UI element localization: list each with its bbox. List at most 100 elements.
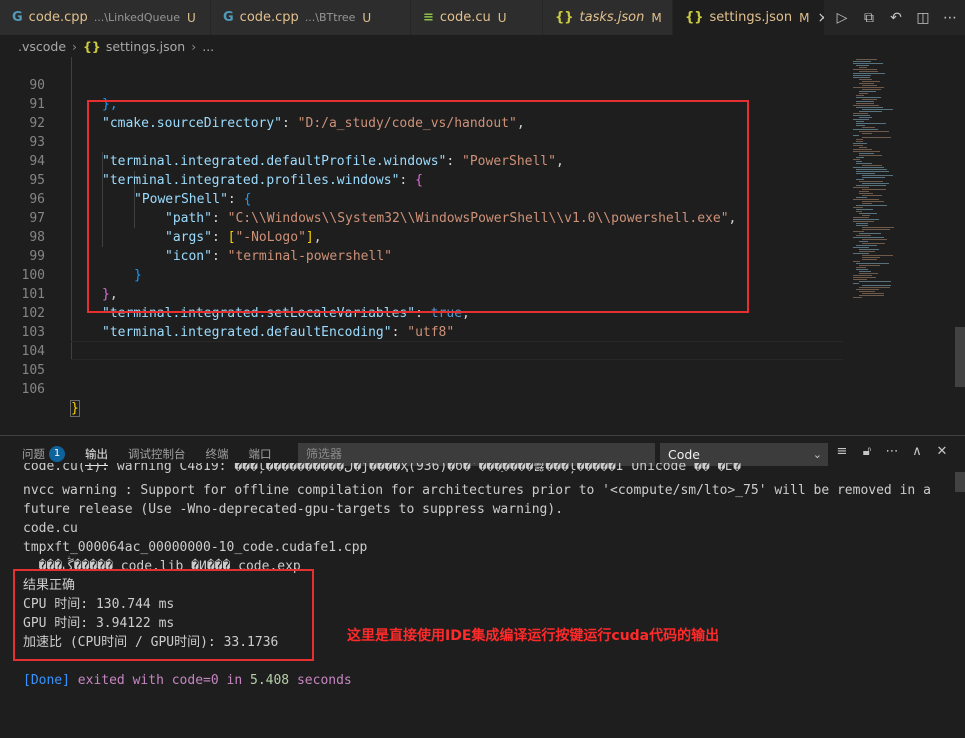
minimap-line <box>862 81 880 82</box>
minimap-line <box>853 247 869 248</box>
minimap-line <box>853 113 868 114</box>
minimap-line <box>862 99 877 100</box>
close-icon[interactable]: ✕ <box>934 444 950 459</box>
minimap-line <box>862 215 870 216</box>
code-line: 105 <box>0 342 845 378</box>
editor-actions: ▷ ⧉ ↶ ◫ ⋯ <box>825 0 965 35</box>
minimap-line <box>862 201 884 202</box>
minimap-line <box>853 69 877 70</box>
clear-output-icon[interactable]: ≡ <box>834 444 850 459</box>
minimap-line <box>862 133 872 134</box>
minimap-line <box>862 227 894 228</box>
minimap[interactable] <box>845 57 953 317</box>
tab-code-cu[interactable]: ≡ code.cu U <box>411 0 543 35</box>
code-line: 106 } <box>0 361 845 417</box>
more-actions-icon[interactable]: ⋯ <box>941 10 959 26</box>
minimap-line <box>856 209 873 210</box>
minimap-line <box>853 187 869 188</box>
minimap-line <box>853 221 874 222</box>
minimap-line <box>856 171 889 172</box>
split-editor-icon[interactable]: ◫ <box>914 10 932 26</box>
output-line: tmpxft_000064ac_00000000-10_code.cudafe1… <box>23 540 368 555</box>
minimap-line <box>853 167 884 168</box>
annotation-text: 这里是直接使用IDE集成编译运行按键运行cuda代码的输出 <box>347 628 720 644</box>
tab-label: 端口 <box>248 447 272 461</box>
minimap-line <box>859 265 880 266</box>
lock-icon[interactable]: 🔓︎ <box>859 444 875 459</box>
scrollbar-thumb[interactable] <box>955 327 965 387</box>
minimap-line <box>862 293 884 294</box>
open-preview-icon[interactable]: ⧉ <box>860 10 878 26</box>
tab-code-cpp-linkedqueue[interactable]: G code.cpp ...\LinkedQueue U <box>0 0 211 35</box>
output-line: code.cu <box>23 521 78 536</box>
minimap-line <box>856 157 864 158</box>
minimap-line <box>862 109 893 110</box>
output-line: nvcc warning : Support for offline compi… <box>23 483 931 498</box>
minimap-line <box>859 67 867 68</box>
tab-settings-json[interactable]: {} settings.json M × <box>673 0 825 35</box>
minimap-line <box>859 193 873 194</box>
minimap-line <box>856 161 862 162</box>
minimap-line <box>856 139 863 140</box>
go-back-icon[interactable]: ↶ <box>887 10 905 26</box>
minimap-line <box>856 267 866 268</box>
minimap-line <box>859 273 878 274</box>
minimap-line <box>856 173 875 174</box>
channel-value: Code <box>668 447 701 462</box>
minimap-line <box>856 235 871 236</box>
minimap-line <box>853 105 879 106</box>
minimap-line <box>853 75 871 76</box>
minimap-line <box>853 61 871 62</box>
minimap-line <box>859 71 878 72</box>
minimap-line <box>862 203 872 204</box>
minimap-line <box>862 229 890 230</box>
minimap-line <box>862 165 882 166</box>
minimap-line <box>859 83 874 84</box>
more-actions-icon[interactable]: ⋯ <box>884 444 900 459</box>
breadcrumb-symbol[interactable]: ... <box>202 39 214 54</box>
minimap-line <box>856 65 869 66</box>
run-icon[interactable]: ▷ <box>833 10 851 26</box>
done-tag: [Done] <box>23 673 70 688</box>
breadcrumb-folder[interactable]: .vscode <box>18 39 66 54</box>
panel-scrollbar-thumb[interactable] <box>955 472 965 492</box>
json-file-icon: {} <box>83 38 101 54</box>
tab-tasks-json[interactable]: {} tasks.json M <box>543 0 673 35</box>
tab-code-cpp-bttree[interactable]: G code.cpp ...\BTtree U <box>211 0 411 35</box>
minimap-line <box>853 231 864 232</box>
minimap-line <box>862 137 891 138</box>
editor-tab-bar: G code.cpp ...\LinkedQueue U G code.cpp … <box>0 0 965 35</box>
minimap-line <box>862 195 882 196</box>
json-file-icon: {} <box>555 10 574 25</box>
close-tab-icon[interactable]: × <box>817 10 824 26</box>
minimap-line <box>853 77 870 78</box>
tab-label: code.cpp <box>239 10 299 25</box>
output-line: future release (Use -Wno-deprecated-gpu-… <box>23 502 564 517</box>
minimap-line <box>856 263 889 264</box>
minimap-line <box>859 153 874 154</box>
minimap-line <box>853 135 859 136</box>
minimap-line <box>853 297 862 298</box>
output-line: code.cu(1): warning C4819: ���ļ���������… <box>23 463 741 474</box>
problem-count-badge: 1 <box>49 446 65 462</box>
tab-git-status: U <box>497 10 507 25</box>
minimap-line <box>856 169 887 170</box>
minimap-line <box>859 291 875 292</box>
minimap-line <box>853 275 872 276</box>
tab-label: settings.json <box>709 10 793 25</box>
minimap-line <box>862 255 893 256</box>
minimap-line <box>862 85 877 86</box>
minimap-line <box>862 177 885 178</box>
minimap-line <box>862 183 889 184</box>
minimap-line <box>856 107 883 108</box>
minimap-line <box>853 283 859 284</box>
minimap-line <box>856 141 863 142</box>
minimap-line <box>862 285 891 286</box>
code-editor[interactable]: 90 }, 91 "cmake.sourceDirectory": "D:/a_… <box>0 57 965 435</box>
cpp-file-icon: G <box>223 10 234 25</box>
tab-git-status: M <box>799 10 810 25</box>
chevron-up-icon[interactable]: ∧ <box>909 444 925 459</box>
tab-description: ...\LinkedQueue <box>93 11 181 24</box>
tab-git-status: U <box>187 10 196 25</box>
breadcrumb-file[interactable]: settings.json <box>106 39 185 54</box>
